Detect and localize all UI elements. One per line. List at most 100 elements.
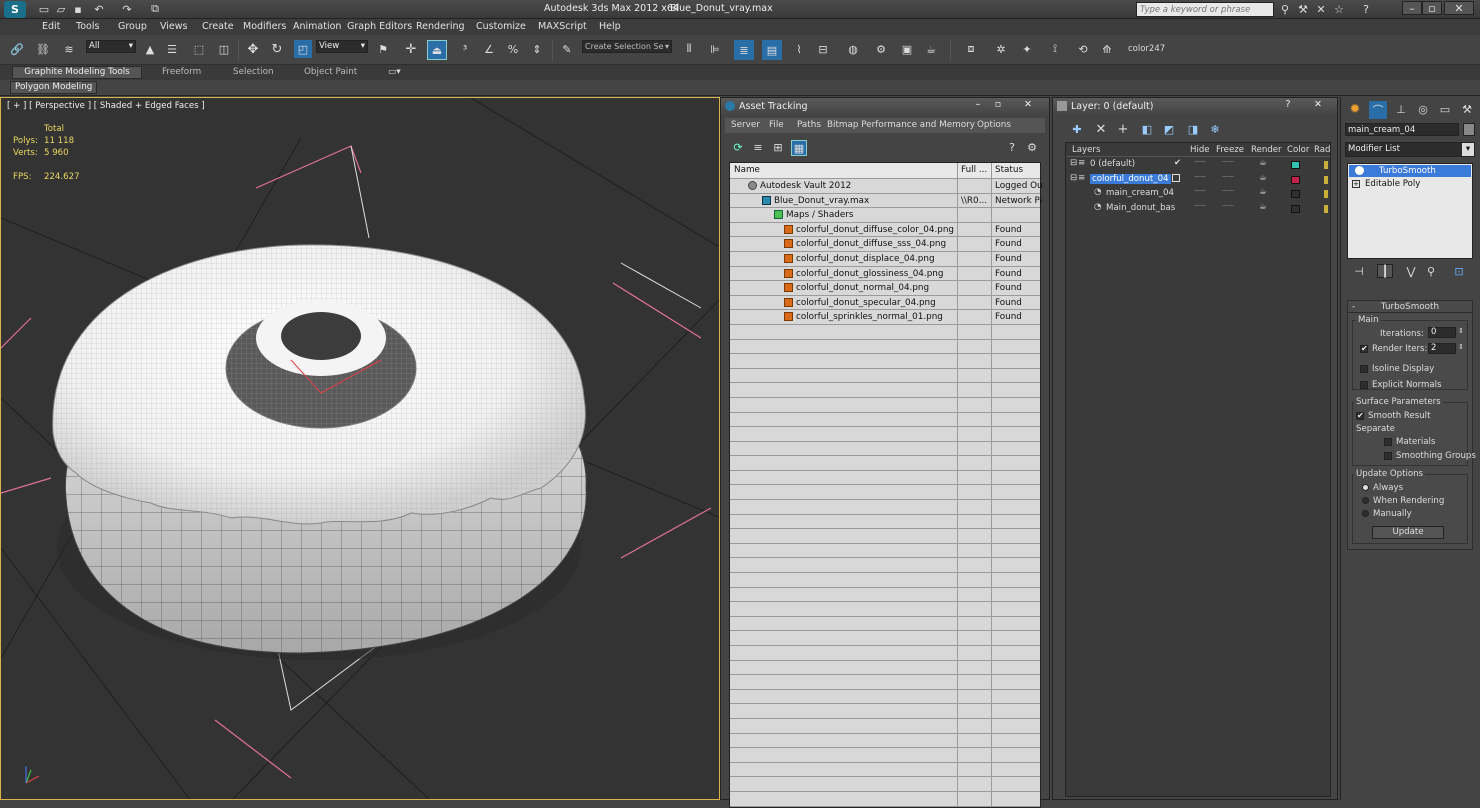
hide-toggle[interactable]: —— [1194,158,1206,165]
minimize-button[interactable]: – [1402,1,1422,15]
keyboard-shortcut-toggle-icon[interactable]: ⏏ [427,40,447,60]
table-row[interactable]: colorful_donut_displace_04.png Found [730,251,1040,267]
pivot-center-icon[interactable]: ⚑ [374,40,392,58]
mirror-icon[interactable]: ⫴ [680,40,698,58]
col-rad[interactable]: Rad [1314,145,1331,155]
menu-paths[interactable]: Paths [797,120,821,130]
unlink-icon[interactable]: ⛓ [34,40,52,58]
create-tab-icon[interactable]: ✹ [1347,101,1363,117]
vray-frame-icon[interactable]: ⟟ [1046,40,1064,58]
layer-name[interactable]: colorful_donut_04 [1090,173,1171,184]
schematic-view-icon[interactable]: ⊟ [814,40,832,58]
layer-manager-icon[interactable]: ≣ [734,40,754,60]
menu-maxscript[interactable]: MAXScript [538,21,587,32]
hierarchy-tab-icon[interactable]: ⊥ [1393,101,1409,117]
refresh-icon[interactable]: ⟳ [731,140,745,154]
help-icon[interactable]: ? [1358,2,1374,16]
manually-radio[interactable]: Manually [1362,509,1412,519]
menu-help[interactable]: Help [599,21,621,32]
maximize-button[interactable]: ▫ [1422,1,1442,15]
select-by-name-icon[interactable]: ☰ [164,40,180,58]
menu-edit[interactable]: Edit [42,21,60,32]
table-row[interactable]: Blue_Donut_vray.max \\R0... Network Pa [730,193,1042,209]
menu-group[interactable]: Group [118,21,147,32]
particle-icon[interactable]: ✲ [992,40,1010,58]
show-end-result-icon[interactable]: ┃ [1377,264,1393,278]
menu-rendering[interactable]: Rendering [416,21,465,32]
layer-color-swatch[interactable] [1291,175,1300,184]
radiosity-icon[interactable] [1324,161,1328,169]
modify-tab-icon[interactable]: ⌒ [1369,101,1387,119]
table-view-icon[interactable]: ⊞ [771,140,785,154]
display-tab-icon[interactable]: ▭ [1437,101,1453,117]
menu-options[interactable]: Options [977,120,1011,130]
layer-name[interactable]: Main_donut_bas [1106,203,1175,213]
update-button[interactable]: Update [1372,526,1444,539]
asset-tracking-titlebar[interactable]: Asset Tracking – ▫ ✕ [721,98,1049,114]
scale-icon[interactable]: ◰ [294,40,312,58]
undo-icon[interactable]: ↶ [92,2,106,16]
table-row[interactable]: colorful_donut_diffuse_color_04.png Found [730,222,1040,238]
menu-graph-editors[interactable]: Graph Editors [347,21,412,32]
settings-icon[interactable]: ⚙ [1025,140,1039,154]
column-status[interactable]: Status [992,163,1042,178]
grid-view-icon[interactable]: ▦ [791,140,807,156]
render-teapot-icon[interactable]: ☕ [1259,187,1267,197]
iterations-spinner[interactable]: 0 [1428,327,1456,338]
explicit-normals-checkbox[interactable]: Explicit Normals [1360,380,1442,390]
tab-graphite-modeling-tools[interactable]: Graphite Modeling Tools [12,66,142,79]
minimize-button[interactable]: – [969,99,987,112]
layer-color-swatch[interactable] [1291,161,1300,169]
table-row[interactable]: colorful_donut_glossiness_04.png Found [730,266,1040,282]
render-teapot-icon[interactable]: ☕ [1259,158,1267,168]
bind-space-warp-icon[interactable]: ≋ [60,40,78,58]
col-layers[interactable]: Layers [1072,145,1100,155]
layer-name[interactable]: main_cream_04 [1106,188,1174,198]
col-color[interactable]: Color [1287,145,1309,155]
vray-rotate-icon[interactable]: ⟲ [1074,40,1092,58]
menu-server[interactable]: Server [731,120,760,130]
help-button[interactable]: ? [1279,99,1297,112]
graphite-toggle-icon[interactable]: ▤ [762,40,782,60]
always-radio[interactable]: Always [1362,483,1403,493]
expand-icon[interactable]: + [1352,180,1360,188]
perspective-viewport[interactable]: [ + ] [ Perspective ] [ Shaded + Edged F… [0,97,720,800]
table-row[interactable]: colorful_donut_specular_04.png Found [730,295,1040,311]
highlight-layer-icon[interactable]: ◩ [1161,122,1177,136]
polygon-modeling-panel[interactable]: Polygon Modeling [10,81,98,94]
subscription-icon[interactable]: ⚒ [1296,2,1310,16]
window-crossing-icon[interactable]: ◫ [216,40,232,58]
hide-all-icon[interactable]: ◨ [1185,122,1201,136]
hide-toggle[interactable]: —— [1194,173,1206,180]
communication-icon[interactable]: ✕ [1314,2,1328,16]
help-icon[interactable]: ? [1005,140,1019,154]
set-current-checkbox[interactable] [1172,173,1180,182]
make-unique-icon[interactable]: ⋁ [1403,264,1419,278]
close-button[interactable]: ✕ [1013,99,1043,112]
layer-row[interactable]: ◔ main_cream_04 —— —— ☕ [1066,187,1330,202]
named-selection-dropdown[interactable]: Create Selection Se ▾ [582,40,672,53]
delete-layer-icon[interactable]: ✕ [1093,122,1109,137]
render-iters-checkbox[interactable]: ✔ Render Iters: [1360,344,1427,354]
align-icon[interactable]: ⊫ [706,40,724,58]
render-teapot-icon[interactable]: ☕ [1259,202,1267,212]
hide-toggle[interactable]: —— [1194,202,1206,209]
binoculars-icon[interactable]: ⚲ [1278,2,1292,16]
configure-sets-icon[interactable]: ⊡ [1451,264,1467,278]
menu-tools[interactable]: Tools [76,21,99,32]
layer-row[interactable]: ◔ Main_donut_bas —— —— ☕ [1066,202,1330,217]
active-layer-check-icon[interactable]: ✔ [1174,158,1181,168]
table-row[interactable]: Autodesk Vault 2012 Logged Ou [730,179,1042,194]
freeze-toggle[interactable]: —— [1222,158,1234,165]
viewport-label[interactable]: [ + ] [ Perspective ] [ Shaded + Edged F… [7,101,205,111]
lightbulb-icon[interactable] [1355,166,1364,175]
menu-animation[interactable]: Animation [293,21,341,32]
menu-customize[interactable]: Customize [476,21,526,32]
save-file-icon[interactable]: ▪ [72,2,84,16]
radiosity-icon[interactable] [1324,204,1328,213]
open-file-icon[interactable]: ▱ [55,2,67,16]
column-name[interactable]: Name [730,163,958,178]
close-button[interactable]: ✕ [1303,99,1333,112]
vray-proxy-icon[interactable]: ⟰ [1098,40,1116,58]
selection-filter-dropdown[interactable]: All ▾ [86,40,136,53]
